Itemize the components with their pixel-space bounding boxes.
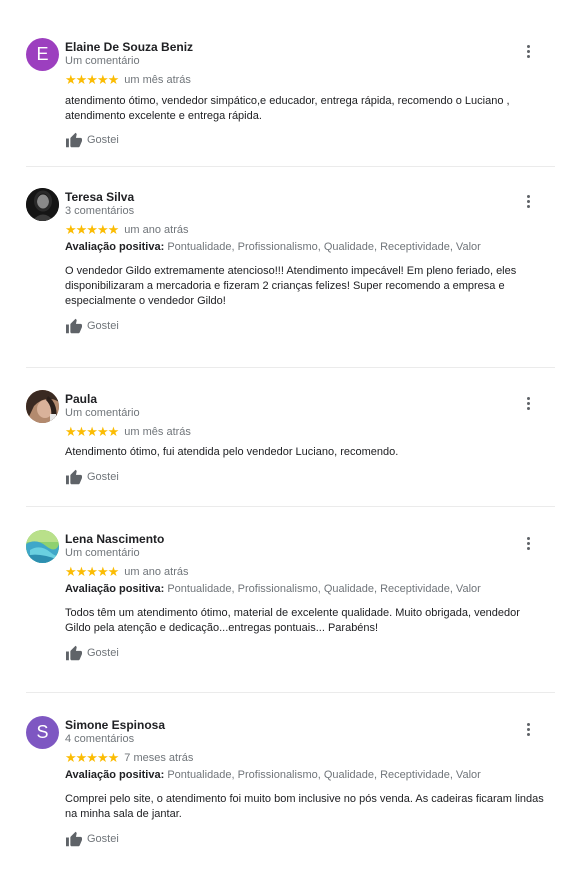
reviewer-name[interactable]: Lena Nascimento	[65, 532, 164, 546]
review-date: um mês atrás	[124, 73, 191, 86]
review-date: 7 meses atrás	[124, 751, 194, 764]
positive-values: Pontualidade, Profissionalismo, Qualidad…	[167, 241, 481, 253]
star-rating: ★★★★★	[65, 423, 119, 439]
divider	[26, 506, 555, 507]
more-options-icon[interactable]	[518, 720, 538, 740]
like-label: Gostei	[87, 319, 119, 332]
review-text: Atendimento ótimo, fui atendida pelo ven…	[65, 446, 399, 458]
review-text: Todos têm um atendimento ótimo, material…	[65, 607, 520, 634]
avatar[interactable]: E	[26, 38, 59, 71]
review-count: 3 comentários	[65, 205, 135, 217]
like-label: Gostei	[87, 470, 119, 483]
positive-values: Pontualidade, Profissionalismo, Qualidad…	[167, 583, 481, 595]
thumbs-up-icon	[66, 318, 82, 334]
divider	[26, 367, 555, 368]
star-rating: ★★★★★	[65, 749, 119, 765]
reviewer-name[interactable]: Elaine De Souza Beniz	[65, 40, 193, 54]
like-button[interactable]: Gostei	[65, 317, 119, 335]
avatar[interactable]: S	[26, 716, 59, 749]
divider	[26, 692, 555, 693]
review-text: atendimento ótimo, vendedor simpático,e …	[65, 95, 510, 122]
reviewer-name[interactable]: Simone Espinosa	[65, 718, 165, 732]
rating-row: ★★★★★ um mês atrás	[65, 71, 191, 87]
avatar-initial: E	[36, 44, 49, 64]
like-button[interactable]: Gostei	[65, 468, 119, 486]
rating-row: ★★★★★ um ano atrás	[65, 563, 189, 579]
more-options-icon[interactable]	[518, 42, 538, 62]
star-rating: ★★★★★	[65, 71, 119, 87]
positive-label: Avaliação positiva:	[65, 583, 165, 595]
like-label: Gostei	[87, 646, 119, 659]
avatar[interactable]	[26, 188, 59, 221]
review-count: Um comentário	[65, 407, 140, 419]
review-date: um ano atrás	[124, 565, 189, 578]
review-text: O vendedor Gildo extremamente atencioso!…	[65, 265, 517, 307]
more-options-icon[interactable]	[518, 394, 538, 414]
review-date: um mês atrás	[124, 425, 191, 438]
positive-attributes: Avaliação positiva: Pontualidade, Profis…	[65, 583, 481, 595]
divider	[26, 166, 555, 167]
star-rating: ★★★★★	[65, 563, 119, 579]
like-button[interactable]: Gostei	[65, 830, 119, 848]
positive-label: Avaliação positiva:	[65, 769, 165, 781]
review-text: Comprei pelo site, o atendimento foi mui…	[65, 793, 544, 820]
positive-attributes: Avaliação positiva: Pontualidade, Profis…	[65, 241, 481, 253]
review-count: Um comentário	[65, 55, 140, 67]
rating-row: ★★★★★ 7 meses atrás	[65, 749, 194, 765]
positive-values: Pontualidade, Profissionalismo, Qualidad…	[167, 769, 481, 781]
more-options-icon[interactable]	[518, 192, 538, 212]
like-label: Gostei	[87, 133, 119, 146]
thumbs-up-icon	[66, 132, 82, 148]
like-label: Gostei	[87, 832, 119, 845]
avatar-initial: S	[36, 722, 49, 742]
review-count: 4 comentários	[65, 733, 135, 745]
positive-attributes: Avaliação positiva: Pontualidade, Profis…	[65, 769, 481, 781]
thumbs-up-icon	[66, 645, 82, 661]
rating-row: ★★★★★ um ano atrás	[65, 221, 189, 237]
like-button[interactable]: Gostei	[65, 644, 119, 662]
avatar[interactable]	[26, 390, 59, 423]
reviewer-name[interactable]: Teresa Silva	[65, 190, 134, 204]
star-rating: ★★★★★	[65, 221, 119, 237]
rating-row: ★★★★★ um mês atrás	[65, 423, 191, 439]
review-count: Um comentário	[65, 547, 140, 559]
thumbs-up-icon	[66, 831, 82, 847]
reviewer-name[interactable]: Paula	[65, 392, 97, 406]
more-options-icon[interactable]	[518, 534, 538, 554]
avatar[interactable]	[26, 530, 59, 563]
thumbs-up-icon	[66, 469, 82, 485]
like-button[interactable]: Gostei	[65, 131, 119, 149]
review-date: um ano atrás	[124, 223, 189, 236]
positive-label: Avaliação positiva:	[65, 241, 165, 253]
